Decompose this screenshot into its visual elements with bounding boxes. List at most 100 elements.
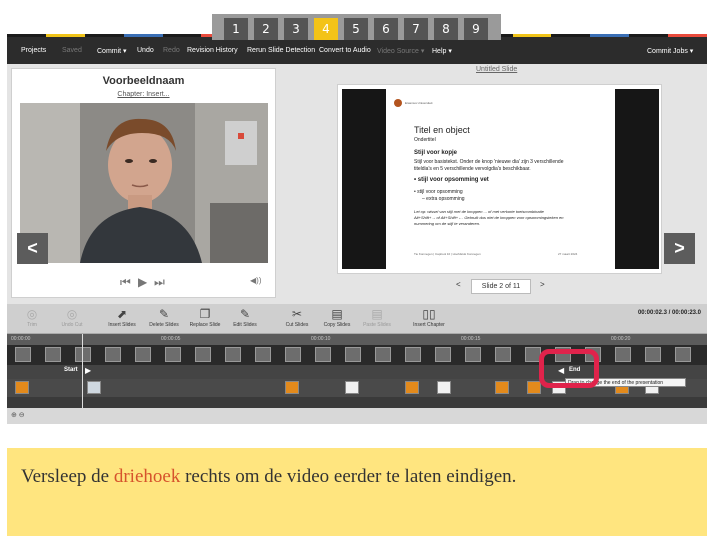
menu-commit-jobs[interactable]: Commit Jobs ▾ <box>647 47 693 55</box>
slide-thumb[interactable] <box>345 381 359 394</box>
paste-slides-button: ▤ Paste Slides <box>357 306 397 328</box>
insert-slides-icon: ⬈ <box>116 307 128 321</box>
paste-icon: ▤ <box>371 307 383 321</box>
video-thumb <box>255 347 271 362</box>
step-4-active[interactable]: 4 <box>314 18 338 40</box>
timeline-editor: ◎ Trim ◎ Undo Cut ⬈ Insert Slides ✎ Delete S… <box>7 304 707 424</box>
cut-slides-button[interactable]: ✂ Cut Slides <box>277 306 317 328</box>
playhead[interactable] <box>82 334 83 408</box>
video-thumb <box>375 347 391 362</box>
video-thumb <box>285 347 301 362</box>
slide-thumb[interactable] <box>495 381 509 394</box>
start-triangle-handle[interactable]: ▶ <box>85 366 91 375</box>
timeline-scroll-track[interactable] <box>7 397 707 408</box>
step-2[interactable]: 2 <box>254 18 278 40</box>
insert-slides-button[interactable]: ⬈ Insert Slides <box>102 306 142 328</box>
start-marker-label: Start <box>64 367 78 373</box>
menu-projects[interactable]: Projects <box>21 47 46 54</box>
menu-redo: Redo <box>163 47 180 54</box>
video-thumb <box>405 347 421 362</box>
slide-note-3: nummering om de stijl te veranderen. <box>414 221 481 226</box>
zoom-icon[interactable]: ⊕ ⊖ <box>11 411 25 419</box>
slide-counter: Slide 2 of 11 <box>471 279 531 294</box>
zoom-bar: ⊕ ⊖ <box>7 408 707 424</box>
timecode-display: 00:00:02.3 / 00:00:23.0 <box>637 310 701 316</box>
video-thumb <box>675 347 691 362</box>
slide-preview-panel: Erasmus Universiteit Titel en object Ond… <box>337 84 662 274</box>
step-7[interactable]: 7 <box>404 18 428 40</box>
chapter-insert-link[interactable]: Chapter: Insert... <box>12 91 275 98</box>
end-handle-highlight-ring <box>539 349 599 388</box>
step-5[interactable]: 5 <box>344 18 368 40</box>
slide-body: Stijl voor basistekst. Onder de knop 'ni… <box>414 159 564 165</box>
volume-icon[interactable]: ◀)) <box>250 276 261 285</box>
slide-page: Erasmus Universiteit Titel en object Ond… <box>386 89 615 269</box>
slide-bullet-2: • stijl voor opsomming <box>414 189 463 195</box>
video-panel: Voorbeeldnaam Chapter: Insert... ⏮ ▶ ⏭ ◀… <box>11 68 276 298</box>
slide-thumb[interactable] <box>405 381 419 394</box>
step-strip: 1 2 3 4 5 6 7 8 9 <box>212 14 501 40</box>
next-slide-button[interactable]: > <box>540 280 545 289</box>
video-thumb <box>225 347 241 362</box>
previous-arrow-button[interactable]: < <box>17 233 48 264</box>
play-icon[interactable]: ▶ <box>138 275 147 289</box>
insert-chapter-button[interactable]: ▯▯ Insert Chapter <box>409 306 449 328</box>
time-ruler[interactable]: 00:00:00 00:00:05 00:00:10 00:00:15 00:0… <box>7 334 707 345</box>
timeline-toolbar: ◎ Trim ◎ Undo Cut ⬈ Insert Slides ✎ Delete S… <box>7 304 707 334</box>
slide-title-link[interactable]: Untitled Slide <box>476 66 517 73</box>
instruction-text: Versleep de driehoek rechts om de video … <box>21 466 517 487</box>
video-thumbnail-track[interactable] <box>7 345 707 365</box>
logo-icon <box>394 99 402 107</box>
slide-bullet-3: – extra opsomming <box>422 196 465 202</box>
video-thumb <box>135 347 151 362</box>
slide-thumb[interactable] <box>527 381 541 394</box>
slide-bullet-1: • stijl voor opsomming vet <box>414 177 489 183</box>
delete-slides-icon: ✎ <box>158 307 170 321</box>
replace-slide-icon: ❐ <box>199 307 211 321</box>
step-8[interactable]: 8 <box>434 18 458 40</box>
video-thumb <box>45 347 61 362</box>
step-9[interactable]: 9 <box>464 18 488 40</box>
slide-footer: Tie Konnegen | Capitool 10 | Hoofdstuk K… <box>414 252 481 256</box>
slide-heading: Titel en object <box>414 125 470 135</box>
copy-slides-button[interactable]: ▤ Copy Slides <box>317 306 357 328</box>
video-thumb <box>465 347 481 362</box>
instruction-box: Versleep de driehoek rechts om de video … <box>7 448 707 536</box>
next-arrow-button[interactable]: > <box>664 233 695 264</box>
book-icon: ▯▯ <box>422 307 436 321</box>
slide-thumb[interactable] <box>285 381 299 394</box>
trim-button: ◎ Trim <box>12 306 52 328</box>
edit-slides-button[interactable]: ✎ Edit Slides <box>225 306 265 328</box>
menu-video-source: Video Source ▾ <box>377 48 425 55</box>
menu-rerun-slide-detection[interactable]: Rerun Slide Detection <box>247 47 315 54</box>
step-1[interactable]: 1 <box>224 18 248 40</box>
menu-convert-to-audio[interactable]: Convert to Audio <box>319 47 371 54</box>
video-thumb <box>315 347 331 362</box>
step-3[interactable]: 3 <box>284 18 308 40</box>
screen: 1 2 3 4 5 6 7 8 9 Projects Saved Commit … <box>0 0 711 543</box>
scissors-icon: ✂ <box>291 307 303 321</box>
menu-help[interactable]: Help ▾ <box>432 47 452 55</box>
step-6[interactable]: 6 <box>374 18 398 40</box>
instruction-highlight: driehoek <box>113 466 181 487</box>
slide-body-2: titeldia's en 5 verschillende vervolgdia… <box>414 166 531 172</box>
menu-undo[interactable]: Undo <box>137 47 154 54</box>
video-thumb <box>435 347 451 362</box>
delete-slides-button[interactable]: ✎ Delete Slides <box>144 306 184 328</box>
slide-preview[interactable]: Erasmus Universiteit Titel en object Ond… <box>342 89 659 269</box>
chapter-track[interactable]: Start ▶ ◀ End <box>7 365 707 379</box>
slide-navigation: < Slide 2 of 11 > <box>456 279 546 295</box>
video-thumb <box>495 347 511 362</box>
menu-commit[interactable]: Commit ▾ <box>97 47 127 55</box>
previous-slide-button[interactable]: < <box>456 280 461 289</box>
slide-thumb[interactable] <box>15 381 29 394</box>
menu-revision-history[interactable]: Revision History <box>187 47 238 54</box>
next-icon[interactable]: ⏭ <box>154 275 165 290</box>
slide-thumb[interactable] <box>437 381 451 394</box>
video-player[interactable] <box>20 103 268 263</box>
previous-icon[interactable]: ⏮ <box>120 275 131 290</box>
slide-thumb[interactable] <box>87 381 101 394</box>
video-thumb <box>165 347 181 362</box>
replace-slide-button[interactable]: ❐ Replace Slide <box>185 306 225 328</box>
slide-kop: Stijl voor kopje <box>414 150 458 156</box>
